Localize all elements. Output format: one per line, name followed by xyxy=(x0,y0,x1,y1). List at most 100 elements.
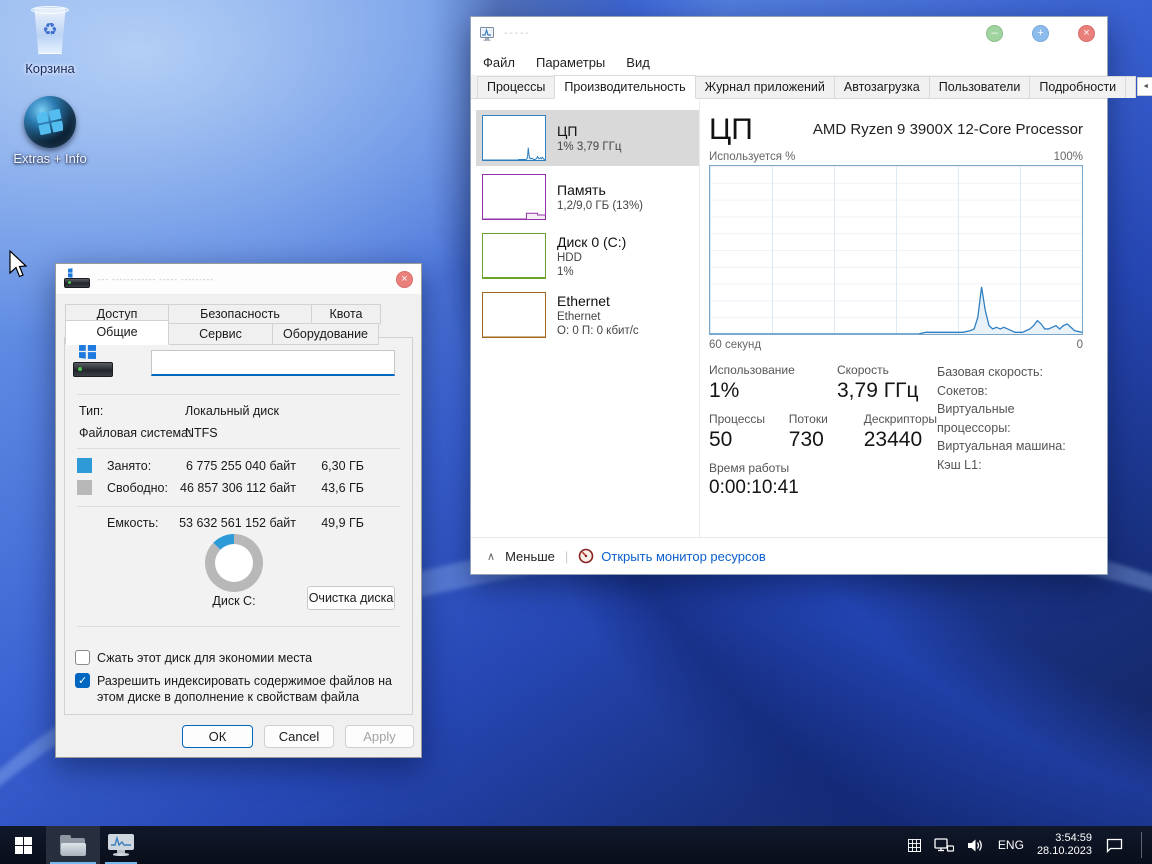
minimize-button[interactable]: – xyxy=(986,25,1003,42)
open-resource-monitor-link[interactable]: Открыть монитор ресурсов xyxy=(578,548,766,564)
maximize-button[interactable]: + xyxy=(1032,25,1049,42)
network-icon[interactable] xyxy=(934,837,954,853)
capacity-label: Емкость: xyxy=(107,516,159,530)
sidebar-item-sub2: О: 0 П: 0 кбит/с xyxy=(557,324,639,337)
apply-button[interactable]: Apply xyxy=(345,725,414,748)
free-label: Свободно: xyxy=(107,481,168,495)
task-manager-window: ----- – + × Файл Параметры Вид Процессы … xyxy=(470,16,1152,575)
file-explorer-icon xyxy=(59,834,87,856)
stat-speed-value: 3,79 ГГц xyxy=(837,379,919,402)
tab-app-history[interactable]: Журнал приложений xyxy=(694,76,835,98)
disk-cleanup-button[interactable]: Очистка диска xyxy=(307,586,395,610)
used-bytes: 6 775 255 040 байт xyxy=(186,459,296,473)
sidebar-item-memory[interactable]: Память 1,2/9,0 ГБ (13%) xyxy=(476,169,699,225)
desktop-icon-recycle-bin[interactable]: ♻ Корзина xyxy=(8,6,92,76)
volume-label-input[interactable] xyxy=(151,350,395,376)
dialog-buttons: ОК Cancel Apply xyxy=(56,725,421,749)
resource-monitor-link-label: Открыть монитор ресурсов xyxy=(601,548,766,564)
taskbar-task-manager-button[interactable] xyxy=(100,826,142,864)
allow-indexing-checkbox[interactable] xyxy=(75,673,90,688)
menu-options[interactable]: Параметры xyxy=(536,55,605,70)
volume-icon[interactable] xyxy=(967,838,985,853)
allow-indexing-label: Разрешить индексировать содержимое файло… xyxy=(97,674,393,704)
tab-general[interactable]: Общие xyxy=(65,320,169,345)
tab-security[interactable]: Безопасность xyxy=(168,304,312,324)
tab-hardware[interactable]: Оборудование xyxy=(272,323,379,345)
language-indicator[interactable]: ENG xyxy=(998,838,1024,852)
clock-date: 28.10.2023 xyxy=(1036,845,1092,857)
sidebar-item-title: Ethernet xyxy=(557,292,610,309)
windows-logo-icon xyxy=(14,836,32,854)
close-button[interactable]: × xyxy=(1078,25,1095,42)
used-label: Занято: xyxy=(107,459,152,473)
mouse-cursor xyxy=(9,250,28,278)
ok-button[interactable]: ОК xyxy=(182,725,253,748)
cpu-panel-title: ЦП xyxy=(709,113,753,146)
sidebar-item-ethernet[interactable]: Ethernet Ethernet О: 0 П: 0 кбит/с xyxy=(476,287,699,343)
capacity-size: 49,9 ГБ xyxy=(321,516,364,530)
tab-tools[interactable]: Сервис xyxy=(168,323,273,345)
system-tray: ENG 3:54:59 28.10.2023 xyxy=(907,826,1152,864)
task-manager-titlebar[interactable]: ----- – + × xyxy=(471,17,1107,50)
tab-processes[interactable]: Процессы xyxy=(477,76,556,98)
task-manager-footer: ∧ Меньше | Открыть монитор ресурсов xyxy=(471,537,1107,574)
chart-y-max-label: 100% xyxy=(1053,151,1083,163)
tab-quota[interactable]: Квота xyxy=(311,304,381,324)
type-value: Локальный диск xyxy=(185,404,279,418)
sidebar-item-disk0[interactable]: Диск 0 (C:) HDD 1% xyxy=(476,228,699,284)
desktop-icon-extras-info[interactable]: Extras + Info xyxy=(8,96,92,166)
stat-usage-label: Использование xyxy=(709,363,795,377)
clock-time: 3:54:59 xyxy=(1055,832,1092,844)
info-base-speed-label: Базовая скорость: xyxy=(937,365,1043,379)
disk-usage-donut-chart xyxy=(205,534,263,592)
tab-performance[interactable]: Производительность xyxy=(554,75,696,99)
sidebar-item-title: Память xyxy=(557,181,606,198)
sidebar-item-sub: 1,2/9,0 ГБ (13%) xyxy=(557,199,644,212)
filesystem-label: Файловая система: xyxy=(79,426,192,440)
cancel-button[interactable]: Cancel xyxy=(264,725,334,748)
start-button[interactable] xyxy=(0,826,46,864)
show-hidden-icons-button[interactable] xyxy=(907,838,921,852)
fewer-details-button[interactable]: Меньше xyxy=(505,549,555,564)
cpu-usage-chart xyxy=(709,165,1083,335)
cpu-model-name: AMD Ryzen 9 3900X 12-Core Processor xyxy=(812,121,1083,138)
tab-startup[interactable]: Автозагрузка xyxy=(833,76,930,98)
dialog-tabs: Доступ Безопасность Квота Общие Сервис О… xyxy=(56,294,421,345)
tab-services-truncated[interactable]: С xyxy=(1125,76,1137,98)
action-center-icon[interactable] xyxy=(1105,837,1124,853)
dialog-close-button[interactable]: × xyxy=(396,270,413,288)
stat-uptime-value: 0:00:10:41 xyxy=(709,477,799,498)
stat-uptime-label: Время работы xyxy=(709,461,790,475)
menu-file[interactable]: Файл xyxy=(483,55,515,70)
sidebar-item-sub: 1% 3,79 ГГц xyxy=(557,140,622,153)
compress-drive-checkbox[interactable] xyxy=(75,650,90,665)
menu-view[interactable]: Вид xyxy=(626,55,650,70)
info-l1-cache-label: Кэш L1: xyxy=(937,457,982,472)
taskbar-file-explorer-button[interactable] xyxy=(46,826,100,864)
task-manager-menubar: Файл Параметры Вид xyxy=(471,50,1107,75)
tab-scroll-left-button[interactable]: ◄ xyxy=(1137,77,1152,96)
taskbar-clock[interactable]: 3:54:59 28.10.2023 xyxy=(1037,832,1092,858)
sidebar-item-cpu[interactable]: ЦП 1% 3,79 ГГц xyxy=(476,110,699,166)
used-size: 6,30 ГБ xyxy=(321,459,364,473)
resource-monitor-icon xyxy=(578,548,594,564)
taskbar: ENG 3:54:59 28.10.2023 xyxy=(0,826,1152,864)
free-space-legend-swatch xyxy=(77,480,92,495)
donut-label: Диск C: xyxy=(212,594,256,608)
dialog-titlebar[interactable]: --- ------------ ----- --------- × xyxy=(56,264,421,294)
info-virtual-machine-label: Виртуальная машина: xyxy=(937,439,1066,453)
chart-x-right-label: 0 xyxy=(1076,339,1083,351)
tab-details[interactable]: Подробности xyxy=(1029,76,1127,98)
dialog-title: --- ------------ ----- --------- xyxy=(98,274,214,284)
filesystem-value: NTFS xyxy=(185,426,218,440)
sidebar-item-title: Диск 0 (C:) xyxy=(557,233,627,250)
stat-handles-value: 23440 xyxy=(863,428,923,451)
info-sockets-label: Сокетов: xyxy=(937,383,988,398)
tab-users[interactable]: Пользователи xyxy=(928,76,1031,98)
show-desktop-divider[interactable] xyxy=(1141,832,1142,858)
compress-drive-label: Сжать этот диск для экономии места xyxy=(97,651,313,665)
free-size: 43,6 ГБ xyxy=(321,481,364,495)
stat-handles-label: Дескрипторы xyxy=(863,412,937,426)
chevron-up-icon[interactable]: ∧ xyxy=(487,550,495,563)
chart-y-axis-label: Используется % xyxy=(709,151,796,163)
